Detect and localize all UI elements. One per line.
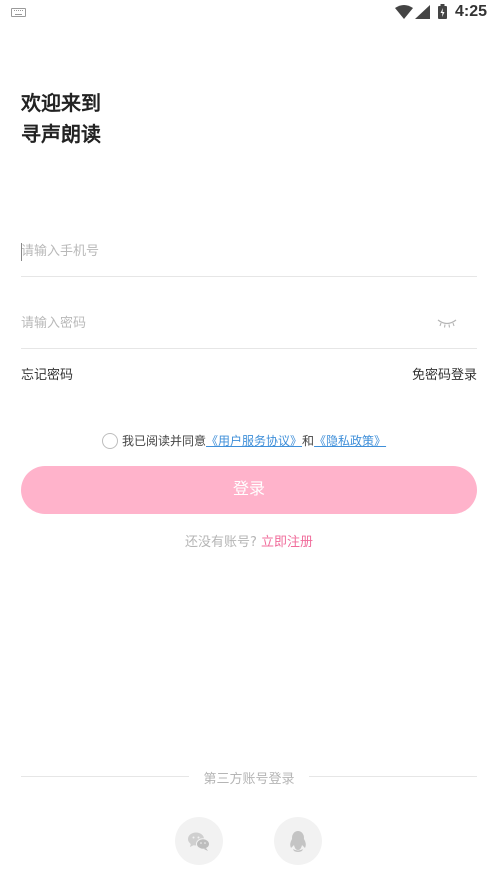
- agreement-row: 我已阅读并同意《用户服务协议》和《隐私政策》: [102, 432, 386, 450]
- signal-icon: [415, 5, 430, 19]
- status-time: 4:25: [455, 3, 488, 20]
- agreement-prefix: 我已阅读并同意: [122, 434, 207, 448]
- register-question: 还没有账号?: [184, 535, 257, 550]
- status-bar: 4:25: [0, 0, 498, 28]
- password-field: [21, 299, 477, 349]
- register-row: 还没有账号? 立即注册: [0, 531, 498, 550]
- code-login-link[interactable]: 免密码登录: [412, 364, 477, 383]
- agreement-and: 和: [302, 434, 315, 448]
- phone-field: [21, 227, 477, 277]
- register-link[interactable]: 立即注册: [261, 535, 313, 550]
- qq-login-button[interactable]: [274, 817, 322, 865]
- welcome-line1: 欢迎来到: [21, 91, 101, 115]
- password-input[interactable]: [21, 299, 477, 348]
- app-name-title: 寻声朗读: [21, 122, 101, 146]
- text-cursor: [21, 243, 22, 261]
- forgot-password-link[interactable]: 忘记密码: [21, 364, 73, 383]
- wechat-icon: [188, 832, 210, 851]
- third-party-title: 第三方账号登录: [203, 772, 295, 787]
- phone-input[interactable]: [21, 227, 477, 276]
- eye-closed-icon[interactable]: [437, 318, 457, 328]
- user-agreement-link[interactable]: 《用户服务协议》: [206, 434, 302, 448]
- login-button[interactable]: 登录: [21, 466, 477, 514]
- qq-icon: [290, 831, 306, 852]
- wechat-login-button[interactable]: [175, 817, 223, 865]
- keyboard-icon: [11, 8, 26, 17]
- agreement-checkbox[interactable]: [102, 432, 118, 449]
- wifi-icon: [395, 5, 413, 19]
- privacy-policy-link[interactable]: 《隐私政策》: [314, 434, 386, 448]
- welcome-heading: 欢迎来到 寻声朗读: [21, 88, 101, 150]
- battery-icon: [438, 4, 447, 19]
